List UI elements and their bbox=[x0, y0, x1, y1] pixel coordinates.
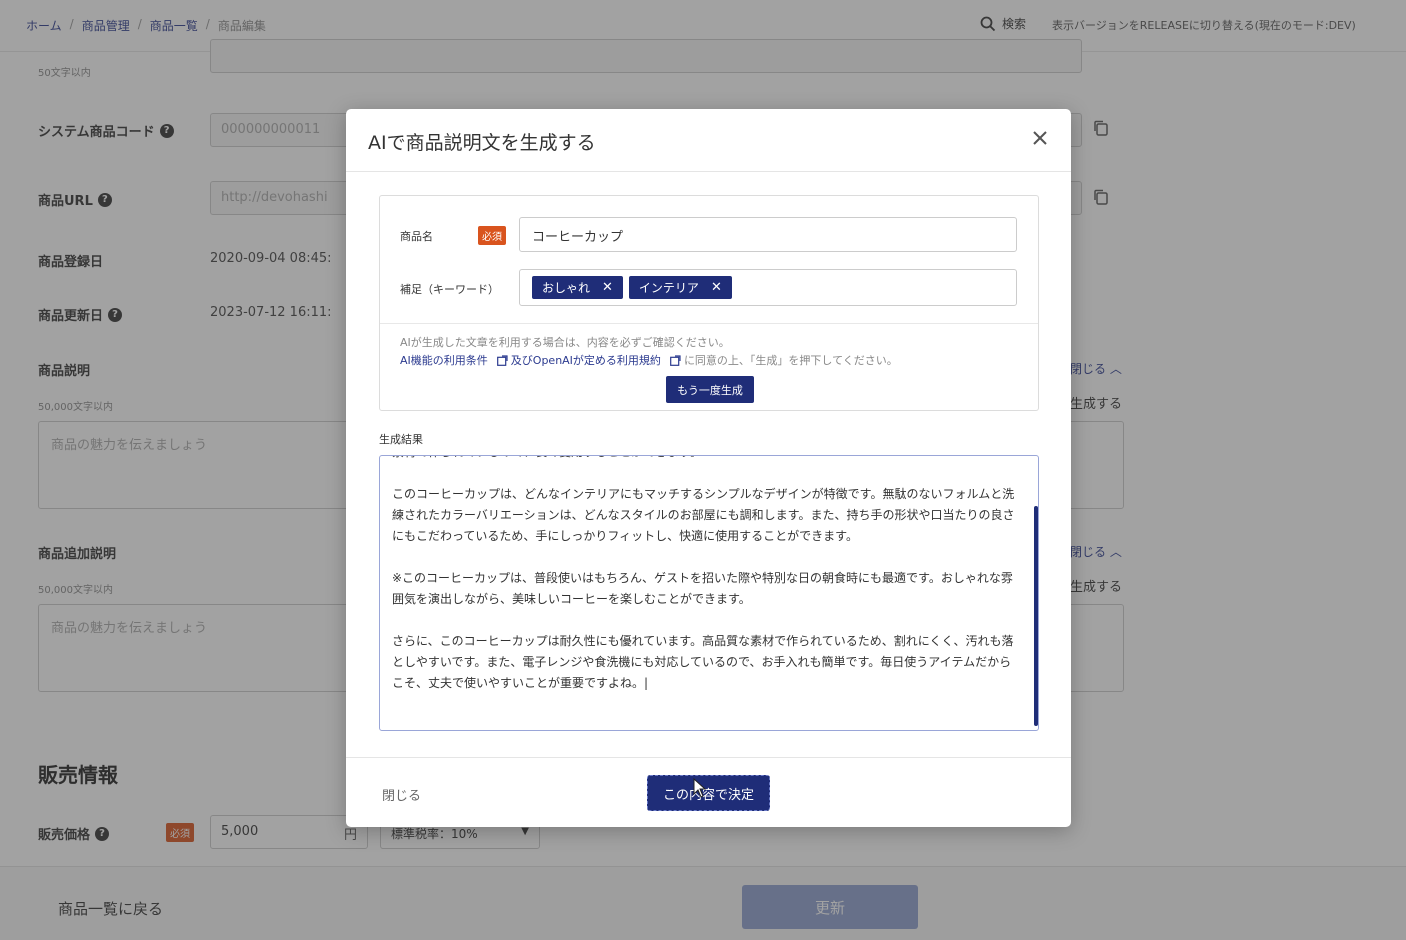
result-text: 素材で作られているので、長く愛用することができます。 このコーヒーカップは、どん… bbox=[392, 456, 1022, 715]
external-link-icon bbox=[496, 354, 508, 366]
modal-close-link[interactable]: 閉じる bbox=[382, 785, 421, 804]
modal-header: AIで商品説明文を生成する bbox=[346, 109, 1071, 172]
regenerate-button[interactable]: もう一度生成 bbox=[666, 376, 754, 403]
divider bbox=[380, 323, 1038, 324]
result-label: 生成結果 bbox=[379, 433, 423, 446]
required-badge: 必須 bbox=[478, 226, 506, 245]
modal-title: AIで商品説明文を生成する bbox=[368, 132, 596, 154]
keyword-tag: インテリア ✕ bbox=[628, 276, 732, 299]
ai-terms-link[interactable]: AI機能の利用条件 bbox=[400, 352, 488, 368]
mouse-cursor-icon bbox=[693, 778, 707, 798]
result-paragraph: 素材で作られているので、長く愛用することができます。 bbox=[392, 456, 1022, 463]
external-link-icon bbox=[670, 354, 681, 366]
openai-terms-link[interactable]: 及びOpenAIが定める利用規約 bbox=[511, 352, 661, 368]
result-paragraph: このコーヒーカップは、どんなインテリアにもマッチするシンプルなデザインが特徴です… bbox=[392, 487, 1015, 543]
product-name-input[interactable]: コーヒーカップ bbox=[519, 217, 1017, 252]
generation-form: 商品名 必須 コーヒーカップ 補足（キーワード） おしゃれ ✕ インテリア ✕ … bbox=[379, 195, 1039, 411]
keywords-label: 補足（キーワード） bbox=[400, 283, 499, 296]
result-scrollbar[interactable] bbox=[1034, 506, 1038, 726]
remove-tag-icon[interactable]: ✕ bbox=[602, 280, 613, 295]
modal-footer: 閉じる この内容で決定 bbox=[346, 757, 1071, 827]
keyword-tag: おしゃれ ✕ bbox=[532, 276, 623, 299]
result-textarea[interactable]: 素材で作られているので、長く愛用することができます。 このコーヒーカップは、どん… bbox=[379, 455, 1039, 731]
ai-terms-tail: に同意の上、「生成」を押下してください。 bbox=[683, 354, 898, 367]
product-name-label: 商品名 bbox=[400, 230, 433, 243]
remove-tag-icon[interactable]: ✕ bbox=[711, 280, 722, 295]
ai-description-modal: AIで商品説明文を生成する 商品名 必須 コーヒーカップ 補足（キーワード） お… bbox=[346, 109, 1071, 827]
confirm-button[interactable]: この内容で決定 bbox=[647, 775, 770, 811]
result-paragraph: ※このコーヒーカップは、普段使いはもちろん、ゲストを招いた際や特別な日の朝食時に… bbox=[392, 571, 1013, 606]
result-paragraph: さらに、このコーヒーカップは耐久性にも優れています。高品質な素材で作られているた… bbox=[392, 634, 1014, 690]
close-icon[interactable] bbox=[1029, 127, 1051, 149]
keywords-input[interactable]: おしゃれ ✕ インテリア ✕ bbox=[519, 269, 1017, 306]
ai-terms-notice: AI機能の利用条件 及びOpenAIが定める利用規約 に同意の上、「生成」を押下… bbox=[400, 352, 898, 368]
ai-usage-notice: AIが生成した文章を利用する場合は、内容を必ずご確認ください。 bbox=[400, 336, 730, 349]
